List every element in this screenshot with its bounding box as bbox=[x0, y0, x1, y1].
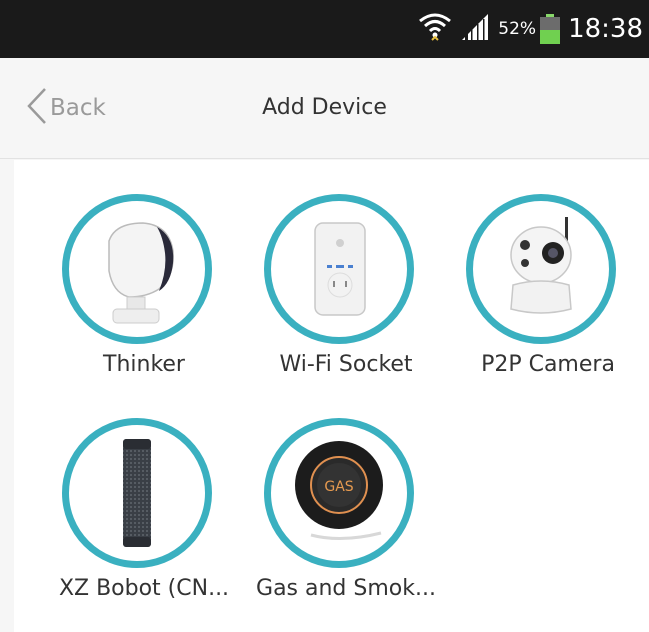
battery-icon bbox=[540, 14, 561, 44]
thinker-device-icon bbox=[62, 194, 212, 344]
device-item-xz-bobot[interactable]: XZ Bobot (CN... bbox=[44, 408, 244, 608]
p2p-camera-icon bbox=[466, 194, 616, 344]
wifi-socket-icon bbox=[264, 194, 414, 344]
nav-bar: Back Add Device bbox=[0, 58, 649, 159]
device-label: Wi-Fi Socket bbox=[279, 352, 413, 377]
gas-smoke-detector-icon: GAS bbox=[264, 418, 414, 568]
device-item-p2p-camera[interactable]: P2P Camera bbox=[448, 184, 648, 384]
status-time: 18:38 bbox=[568, 14, 643, 44]
wifi-icon bbox=[418, 12, 452, 46]
page-title: Add Device bbox=[262, 95, 387, 120]
device-grid: Thinker Wi-Fi Socket P2P Camera XZ Bobot… bbox=[14, 160, 649, 632]
device-label: P2P Camera bbox=[481, 352, 615, 377]
status-bar: 52% 18:38 bbox=[0, 0, 649, 58]
device-label: XZ Bobot (CN... bbox=[58, 576, 230, 601]
device-item-wifi-socket[interactable]: Wi-Fi Socket bbox=[246, 184, 446, 384]
status-bar-right: 52% 18:38 bbox=[418, 0, 643, 58]
device-label: Gas and Smok... bbox=[256, 576, 436, 601]
gas-badge-text: GAS bbox=[324, 479, 353, 495]
battery-percent: 52% bbox=[498, 19, 537, 39]
device-label: Thinker bbox=[103, 352, 185, 377]
device-item-gas-smoke[interactable]: GAS Gas and Smok... bbox=[246, 408, 446, 608]
signal-icon bbox=[460, 12, 490, 46]
xz-bobot-speaker-icon bbox=[62, 418, 212, 568]
device-item-thinker[interactable]: Thinker bbox=[44, 184, 244, 384]
